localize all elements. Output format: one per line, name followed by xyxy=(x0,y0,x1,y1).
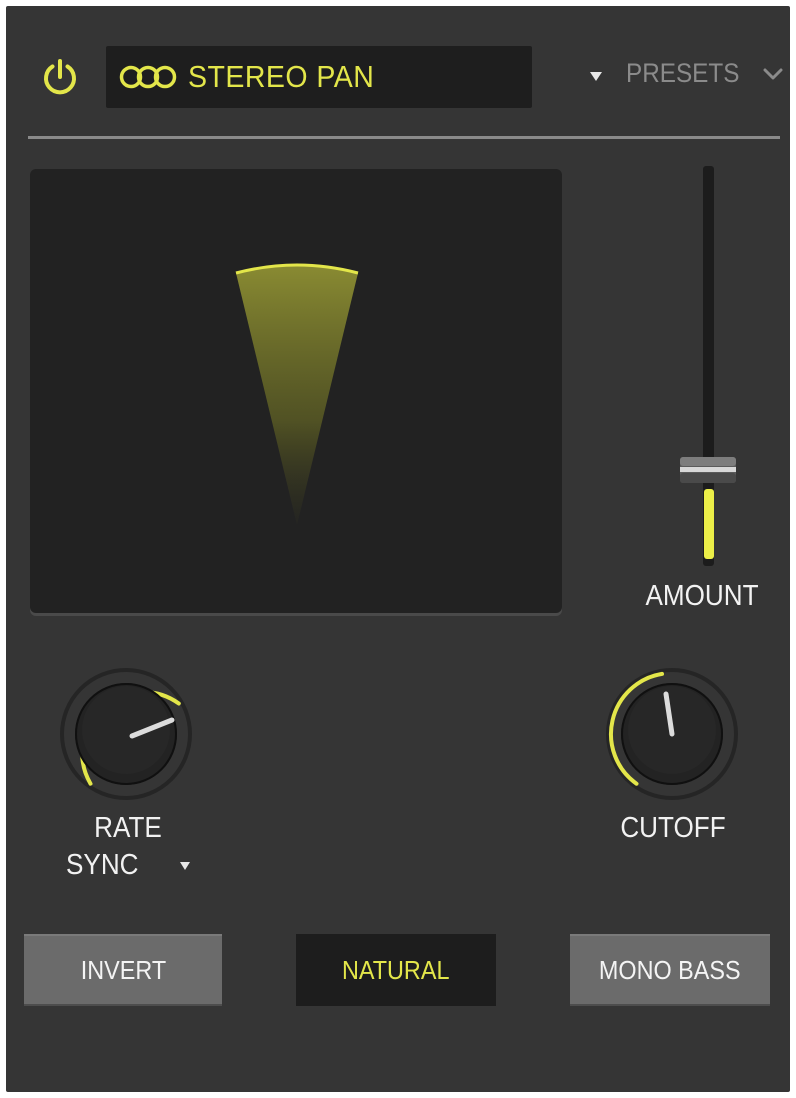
presets-menu[interactable]: PRESETS xyxy=(626,56,783,90)
rate-mode-dropdown[interactable]: SYNC xyxy=(66,848,206,882)
amount-fader-fill xyxy=(704,489,714,559)
rate-mode-label: SYNC xyxy=(66,849,139,881)
mono-bass-button-label: MONO BASS xyxy=(599,954,741,985)
stereo-pan-icon xyxy=(119,65,177,89)
power-button[interactable] xyxy=(40,58,80,98)
pan-visualizer xyxy=(30,169,562,613)
pan-wedge xyxy=(236,265,358,525)
triangle-down-icon xyxy=(180,862,190,870)
rate-knob[interactable] xyxy=(56,664,196,804)
power-icon xyxy=(44,59,76,95)
cutoff-knob[interactable] xyxy=(602,664,742,804)
invert-button[interactable]: INVERT xyxy=(24,934,222,1006)
natural-button[interactable]: NATURAL xyxy=(296,934,496,1006)
amount-fader[interactable] xyxy=(666,166,756,586)
cutoff-label: CUTOFF xyxy=(620,812,726,844)
amount-fader-handle[interactable] xyxy=(679,456,737,484)
chevron-down-icon xyxy=(763,68,783,80)
stereo-pan-effect-panel: STEREO PAN PRESETS AMOUNT RATE SYNC CUTO… xyxy=(6,6,790,1092)
header-divider xyxy=(28,136,780,139)
rate-label: RATE xyxy=(94,812,162,844)
pan-wedge-graphic xyxy=(235,263,359,525)
effect-name: STEREO PAN xyxy=(188,59,375,94)
invert-button-label: INVERT xyxy=(80,954,166,985)
natural-button-label: NATURAL xyxy=(342,954,450,985)
mono-bass-button[interactable]: MONO BASS xyxy=(570,934,770,1006)
presets-label: PRESETS xyxy=(626,58,740,88)
effect-selector-dropdown[interactable]: STEREO PAN xyxy=(106,46,602,108)
amount-label: AMOUNT xyxy=(645,580,759,612)
triangle-down-icon xyxy=(590,72,602,81)
